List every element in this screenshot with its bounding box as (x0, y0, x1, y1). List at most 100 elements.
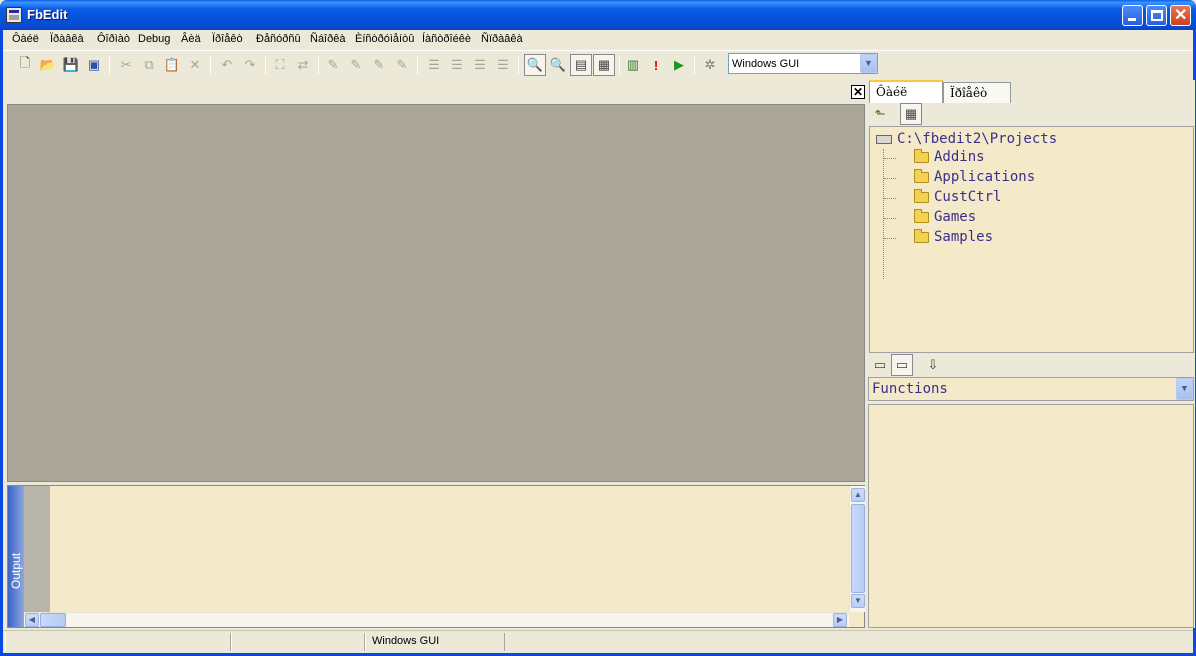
menu-resources[interactable]: Ðåñóðñû (256, 33, 301, 45)
bookmark-clear-icon[interactable]: ✎ (391, 54, 413, 76)
project-pane: Ôàéë Ïðîåêò ⬑ ▦ C:\fbedit2\Projects Addi… (867, 80, 1195, 628)
status-build: Windows GUI (365, 633, 505, 651)
folder-icon (914, 188, 929, 203)
folder-icon (914, 168, 929, 183)
tree-item[interactable]: Applications (914, 167, 1035, 187)
title-bar[interactable]: FbEdit ✕ (0, 0, 1196, 30)
close-button[interactable]: ✕ (1170, 5, 1191, 26)
output-horizontal-scrollbar[interactable]: ◀ ▶ (24, 612, 849, 627)
output-gutter (24, 486, 50, 612)
build-icon[interactable]: ! (645, 54, 667, 76)
menu-help[interactable]: Ñïðàâêà (481, 33, 523, 45)
copy-icon[interactable]: ⧉ (138, 54, 160, 76)
paste-icon[interactable]: 📋 (161, 54, 183, 76)
scroll-thumb[interactable] (851, 504, 865, 593)
toolbar-separator (318, 56, 319, 74)
output-vertical-scrollbar[interactable]: ▲ ▼ (849, 486, 865, 612)
bookmark-next-icon[interactable]: ✎ (345, 54, 367, 76)
outdent-icon[interactable]: ☰ (446, 54, 468, 76)
toolbar-separator (210, 56, 211, 74)
output-window-icon[interactable]: 🔍 (524, 54, 546, 76)
redo-icon[interactable]: ↷ (239, 54, 261, 76)
scroll-down-icon[interactable]: ▼ (851, 594, 865, 608)
functions-list[interactable] (868, 404, 1194, 628)
replace-icon[interactable]: ⇄ (292, 54, 314, 76)
functions-select-value: Functions (872, 381, 948, 397)
new-file-icon[interactable]: 🗋 (14, 54, 36, 76)
output-tab[interactable]: Output (8, 486, 24, 627)
bookmark-prev-icon[interactable]: ✎ (368, 54, 390, 76)
toolbar-separator (518, 56, 519, 74)
delete-icon[interactable]: ✕ (184, 54, 206, 76)
tree-line (884, 218, 896, 219)
compile-icon[interactable]: ▥ (622, 54, 644, 76)
window-pressed-icon[interactable]: ▭ (891, 354, 913, 376)
uncomment-icon[interactable]: ☰ (492, 54, 514, 76)
find-icon[interactable]: ⛶ (269, 54, 291, 76)
tree-item[interactable]: Samples (914, 227, 993, 247)
maximize-icon (1151, 10, 1163, 21)
window-icon[interactable]: ▭ (869, 354, 891, 376)
sort-icon[interactable]: ⇩ (922, 354, 944, 376)
tab-project[interactable]: Ïðîåêò (943, 82, 1011, 103)
folder-icon (914, 208, 929, 223)
tree-root[interactable]: C:\fbedit2\Projects (874, 129, 1057, 149)
minimize-button[interactable] (1122, 5, 1143, 26)
cut-icon[interactable]: ✂ (115, 54, 137, 76)
tree-line (884, 198, 896, 199)
folder-icon (914, 228, 929, 243)
menu-project[interactable]: Ïðîåêò (212, 33, 243, 45)
save-icon[interactable]: 💾 (60, 54, 82, 76)
maximize-button[interactable] (1146, 5, 1167, 26)
menu-tools[interactable]: Èíñòðóìåíòû (355, 33, 414, 45)
close-editor-icon[interactable]: ✕ (851, 85, 865, 99)
tree-item-label: Addins (934, 149, 985, 165)
bookmark-toggle-icon[interactable]: ✎ (322, 54, 344, 76)
tab-file[interactable]: Ôàéë (869, 80, 943, 103)
output-panel[interactable]: Output ▲ ▼ ◀ ▶ (7, 485, 865, 628)
toolbar-separator (417, 56, 418, 74)
menu-view[interactable]: Âèä (181, 33, 201, 45)
tab-tool-icon[interactable]: ▦ (593, 54, 615, 76)
run-icon[interactable]: ▶ (668, 54, 690, 76)
window-title: FbEdit (27, 7, 68, 22)
project-window-icon[interactable]: 🔍 (547, 54, 569, 76)
scroll-left-icon[interactable]: ◀ (25, 613, 39, 627)
functions-select[interactable]: Functions ▼ (868, 377, 1194, 401)
chevron-down-icon[interactable]: ▼ (860, 54, 877, 73)
minimize-icon (1128, 18, 1136, 21)
build-type-select[interactable]: Windows GUI ▼ (728, 53, 878, 74)
tree-root-label: C:\fbedit2\Projects (897, 131, 1058, 147)
menu-format[interactable]: Ôîðìàò (97, 33, 130, 45)
drive-icon (876, 134, 892, 144)
file-tree[interactable]: C:\fbedit2\Projects Addins Applications … (869, 126, 1194, 353)
menu-file[interactable]: Ôàéë (12, 33, 39, 45)
app-icon[interactable] (6, 7, 22, 23)
comment-icon[interactable]: ☰ (469, 54, 491, 76)
menu-edit[interactable]: Ïðàâêà (50, 33, 84, 45)
open-file-icon[interactable]: 📂 (37, 54, 59, 76)
folder-up-icon[interactable]: ⬑ (869, 103, 891, 125)
tree-item[interactable]: Games (914, 207, 976, 227)
tree-item-label: Games (934, 209, 977, 225)
properties-window-icon[interactable]: ▤ (570, 54, 592, 76)
debug-icon[interactable]: ✲ (699, 54, 721, 76)
tree-line (883, 149, 884, 279)
menu-debug[interactable]: Debug (138, 33, 170, 45)
status-panel (5, 633, 231, 651)
menu-build[interactable]: Ñáîðêà (310, 33, 345, 45)
tree-item-label: Samples (934, 229, 994, 245)
chevron-down-icon[interactable]: ▼ (1176, 378, 1193, 400)
tree-item[interactable]: Addins (914, 147, 985, 167)
undo-icon[interactable]: ↶ (216, 54, 238, 76)
close-icon: ✕ (1174, 7, 1188, 24)
scroll-up-icon[interactable]: ▲ (851, 488, 865, 502)
scroll-thumb[interactable] (40, 613, 66, 627)
menu-options[interactable]: Íàñòðîéêè (422, 33, 471, 45)
save-all-icon[interactable]: ▣ (83, 54, 105, 76)
file-filter-icon[interactable]: ▦ (900, 103, 922, 125)
tree-item[interactable]: CustCtrl (914, 187, 1001, 207)
scroll-right-icon[interactable]: ▶ (833, 613, 847, 627)
editor-area[interactable] (7, 104, 865, 482)
indent-icon[interactable]: ☰ (423, 54, 445, 76)
